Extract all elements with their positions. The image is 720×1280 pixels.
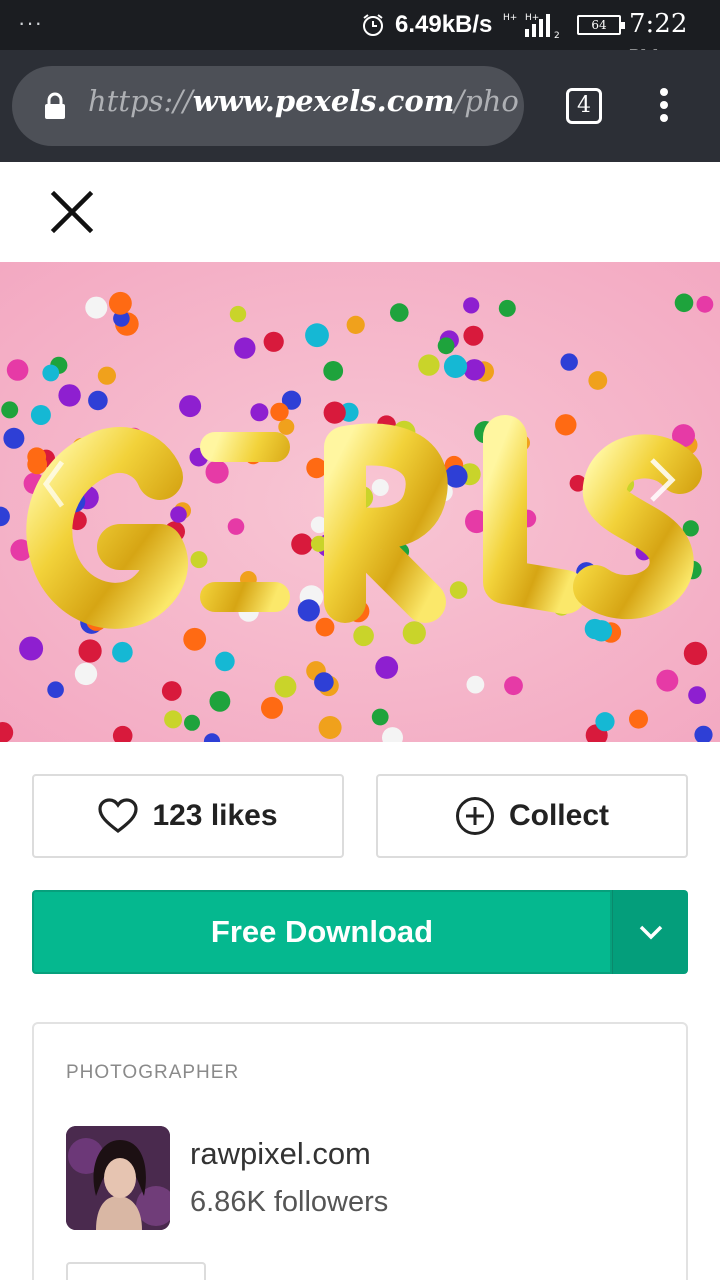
chevron-down-icon	[639, 925, 662, 940]
photographer-section-label: PHOTOGRAPHER	[66, 1062, 240, 1083]
overflow-menu-icon[interactable]	[656, 88, 672, 124]
avatar-image	[66, 1126, 170, 1230]
heart-icon	[98, 798, 139, 834]
close-icon[interactable]	[48, 188, 96, 236]
browser-toolbar: https://www.pexels.com/photo/gol 4	[0, 50, 720, 162]
battery-icon: 64	[577, 15, 625, 35]
url-text[interactable]: https://www.pexels.com/photo/gol	[88, 84, 518, 118]
download-options-button[interactable]	[612, 890, 688, 974]
photographer-name[interactable]: rawpixel.com	[190, 1136, 371, 1172]
svg-text:2: 2	[554, 31, 560, 39]
battery-level: 64	[591, 18, 607, 32]
status-bar: ··· 6.49kB/s H+ H+ 2 64 7:22 PM	[0, 0, 720, 67]
url-scheme: https://	[88, 84, 193, 118]
photographer-card: PHOTOGRAPHER rawpixel.com 6.86K follower…	[32, 1022, 688, 1280]
tab-switcher-button[interactable]: 4	[566, 88, 602, 124]
lock-icon	[45, 92, 65, 119]
clock-time: 7:22	[629, 9, 688, 39]
url-path: /photo/gol	[454, 84, 518, 118]
like-button[interactable]: 123 likes	[32, 774, 344, 858]
svg-text:H+: H+	[503, 13, 517, 23]
network-speed: 6.49kB/s	[395, 11, 493, 38]
collect-button[interactable]: Collect	[376, 774, 688, 858]
follower-count: 6.86K followers	[190, 1186, 389, 1218]
follow-button[interactable]	[66, 1262, 206, 1280]
photo-viewer[interactable]	[0, 262, 720, 742]
url-domain: www.pexels.com	[192, 84, 455, 118]
free-download-button[interactable]: Free Download	[32, 890, 612, 974]
add-circle-icon	[455, 797, 494, 835]
collect-label: Collect	[508, 799, 610, 832]
signal-icon: H+ H+ 2	[503, 13, 560, 39]
svg-text:H+: H+	[525, 13, 539, 23]
address-bar[interactable]: https://www.pexels.com/photo/gol	[12, 66, 524, 146]
avatar[interactable]	[66, 1126, 170, 1230]
photo-image	[0, 262, 720, 742]
likes-count-label: 123 likes	[152, 799, 278, 832]
notification-dots: ···	[18, 10, 43, 35]
alarm-icon	[363, 14, 383, 36]
